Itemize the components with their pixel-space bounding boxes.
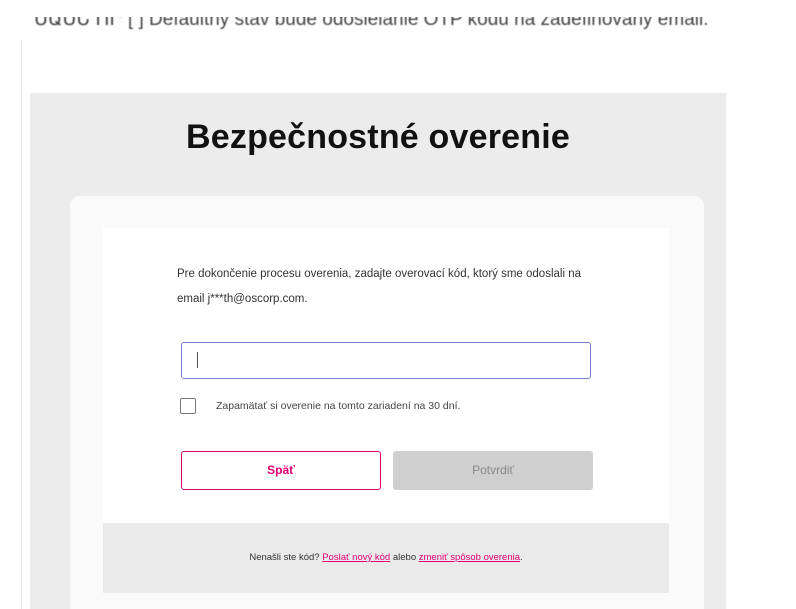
back-button[interactable]: Späť [181,451,381,490]
resend-code-link[interactable]: Poslať nový kód [322,552,390,563]
page-title: Bezpečnostné overenie [186,118,570,156]
verification-instructions: Pre dokončenie procesu overenia, zadajte… [177,268,582,305]
confirm-button[interactable]: Potvrdiť [393,451,593,490]
remember-device-label[interactable]: Zapamätať si overenie na tomto zariadení… [216,400,460,412]
or-text: alebo [392,552,417,563]
text-caret [197,352,198,368]
document-top-strip: ՍԱՍԵ ՈՐ [ ] Defaultný stav bude odosiela… [0,0,796,50]
remember-device-checkbox[interactable] [180,398,196,414]
verification-code-input[interactable] [181,342,591,379]
no-code-text: Nenašli ste kód? [249,552,320,563]
page: ՍԱՍԵ ՈՐ [ ] Defaultný stav bude odosiela… [0,0,796,609]
help-footer-text: Nenašli ste kód? Poslať nový kód alebo z… [103,552,669,563]
footer-period: . [520,552,523,563]
document-note-text: ՍԱՍԵ ՈՐ [ ] Defaultný stav bude odosiela… [34,9,709,30]
change-method-link[interactable]: zmeniť spôsob overenia [419,552,520,563]
